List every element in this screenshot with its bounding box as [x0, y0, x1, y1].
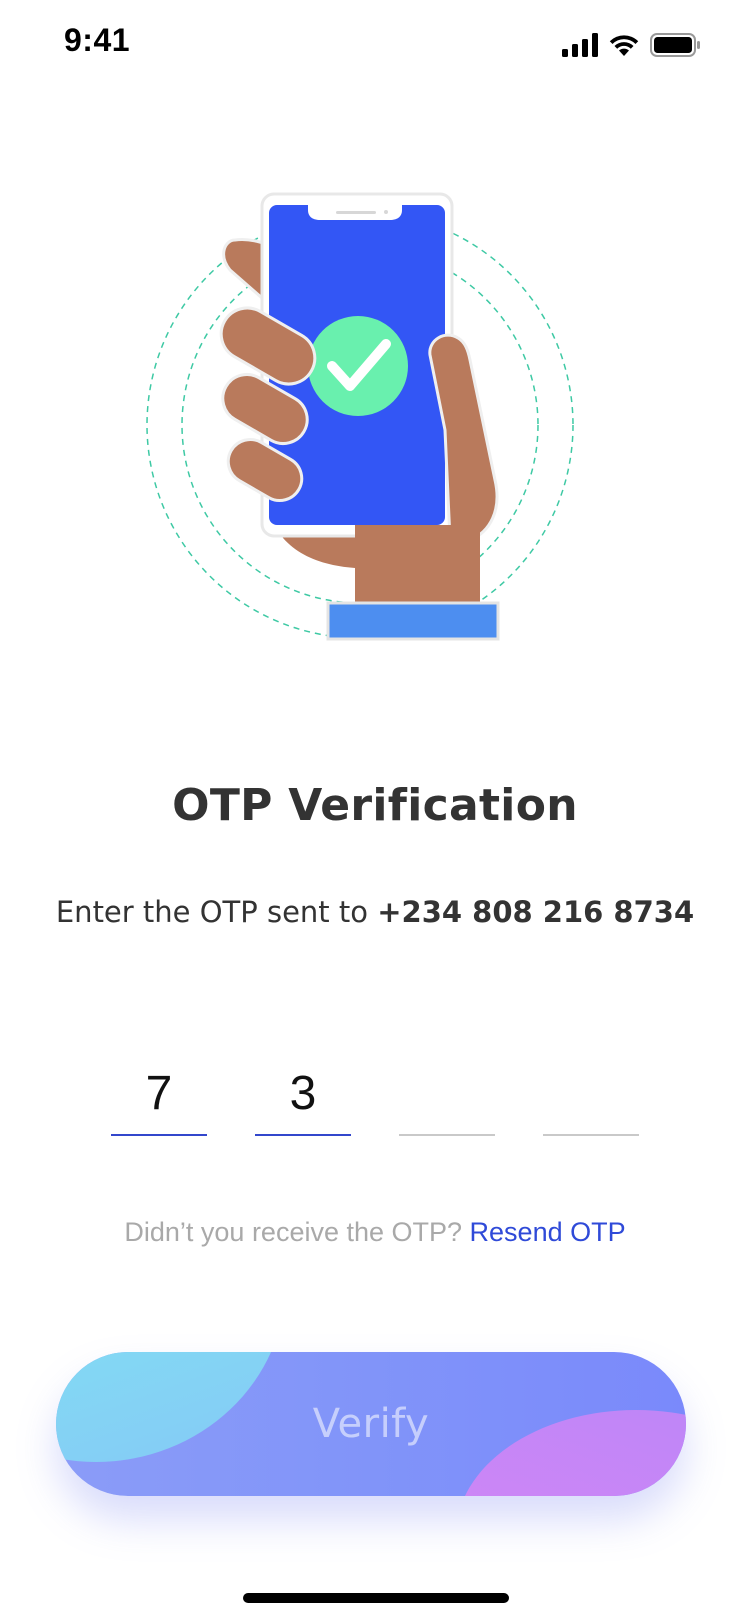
phone-verified-hand-illustration-icon: [146, 192, 574, 641]
otp-digit-2[interactable]: 3: [255, 1048, 351, 1136]
verify-button[interactable]: Verify: [56, 1352, 686, 1496]
status-time: 9:41: [64, 22, 131, 58]
phone-verified-illustration: [140, 180, 600, 670]
home-indicator[interactable]: [243, 1593, 509, 1603]
page-title: OTP Verification: [172, 780, 578, 831]
otp-instructions: Enter the OTP sent to +234 808 216 8734: [0, 895, 750, 929]
resend-row: Didn’t you receive the OTP? Resend OTP: [0, 1217, 750, 1248]
otp-input-group: 7 3: [111, 1048, 641, 1136]
status-bar: 9:41: [0, 0, 750, 90]
verify-button-label: Verify: [312, 1401, 430, 1447]
status-icons: [562, 30, 700, 60]
phone-number: +234 808 216 8734: [377, 895, 695, 929]
otp-digit-1[interactable]: 7: [111, 1048, 207, 1136]
resend-prompt: Didn’t you receive the OTP?: [124, 1217, 470, 1247]
otp-instructions-text: Enter the OTP sent to: [55, 895, 378, 929]
resend-otp-link[interactable]: Resend OTP: [470, 1217, 626, 1247]
otp-digit-3[interactable]: [399, 1048, 495, 1136]
wifi-icon: [609, 35, 639, 56]
cellular-signal-icon: [562, 33, 598, 57]
otp-digit-4[interactable]: [543, 1048, 639, 1136]
battery-icon: [650, 33, 700, 57]
